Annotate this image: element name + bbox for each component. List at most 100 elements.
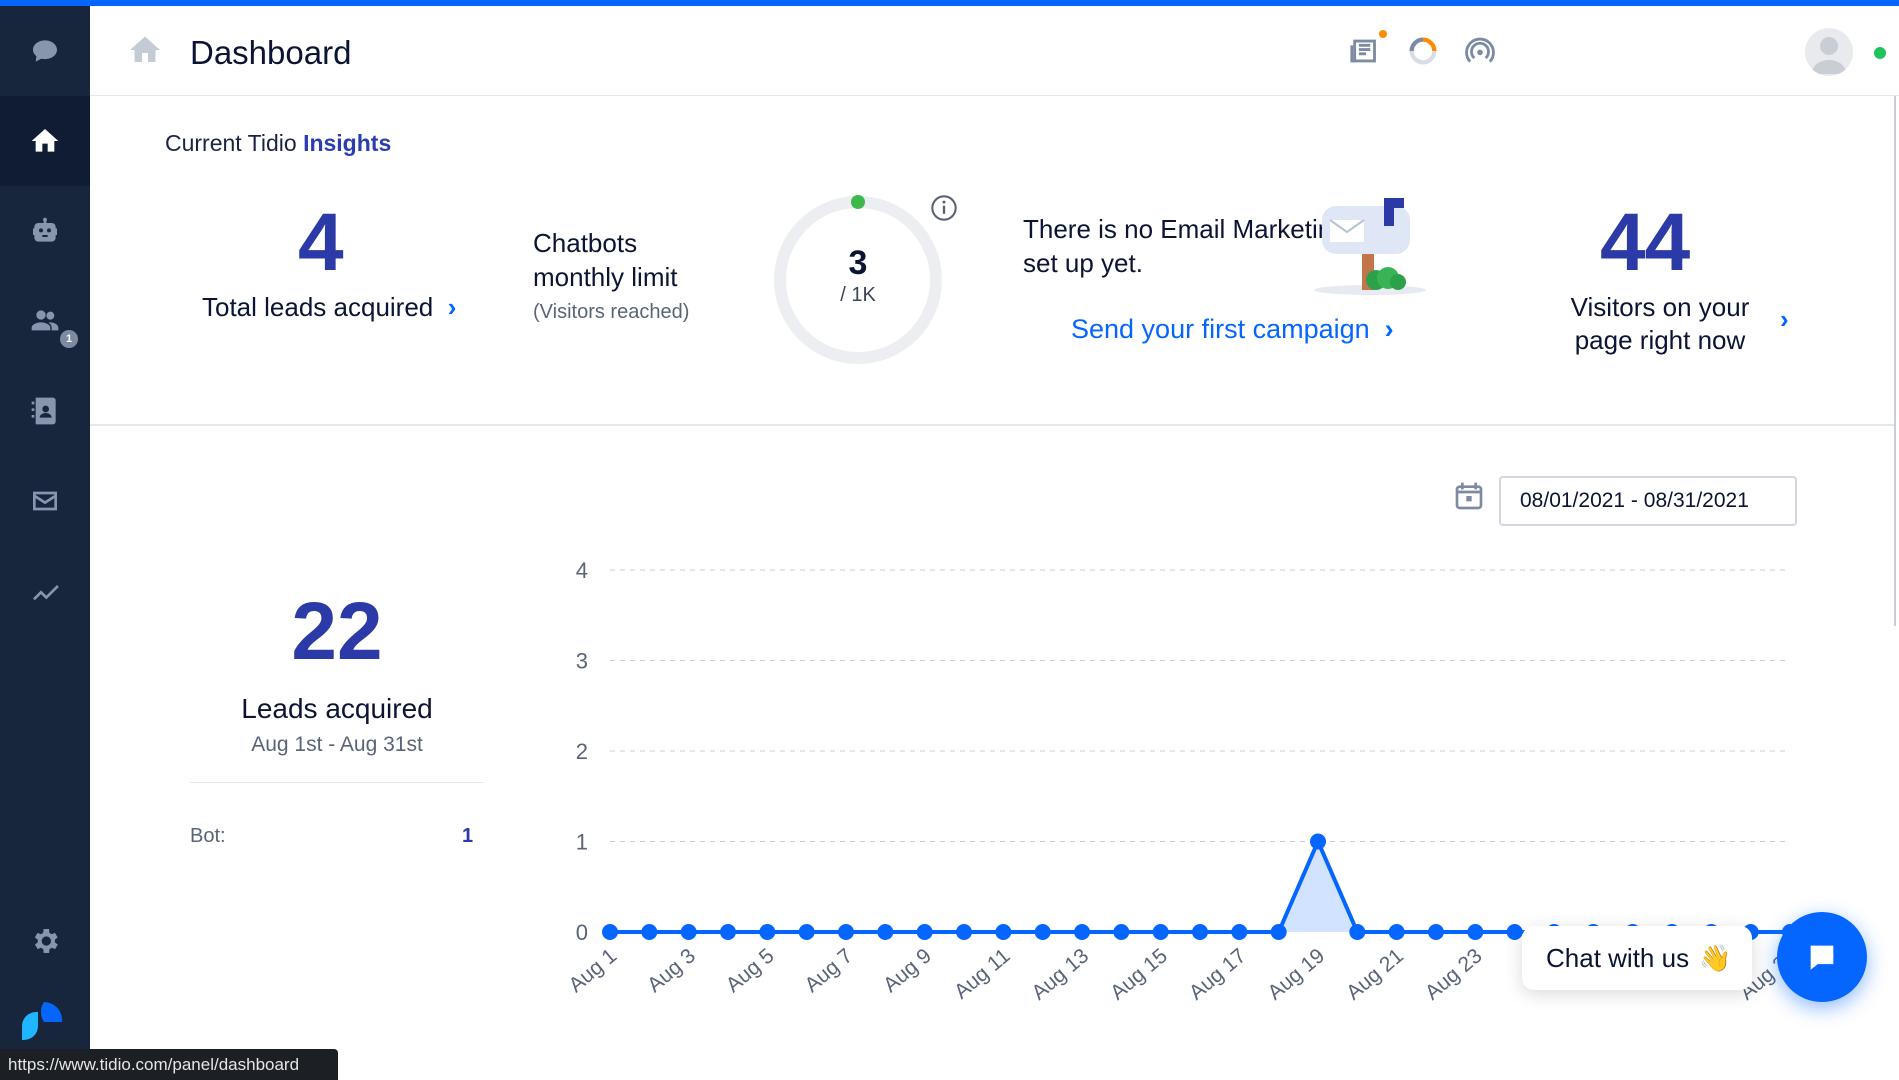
news-icon (1350, 39, 1376, 63)
bot-icon (33, 217, 57, 242)
data-point (1074, 924, 1090, 940)
chat-bubble-icon (1810, 945, 1834, 970)
progress-icon (1409, 37, 1437, 65)
chatbots-limit-value: / 1K (840, 284, 876, 306)
home-icon (130, 36, 160, 62)
sidebar: 1 (0, 6, 90, 1080)
sidebar-item-dashboard[interactable] (0, 96, 90, 186)
chat-with-us-bubble[interactable]: Chat with us 👋 (1522, 926, 1752, 990)
bot-label: Bot: (190, 825, 226, 847)
x-tick-label: Aug 7 (800, 944, 857, 997)
x-tick-label: Aug 9 (879, 944, 936, 997)
send-campaign-label: Send your first campaign (1071, 314, 1370, 344)
chat-with-us-label: Chat with us (1546, 942, 1690, 973)
news-notification-dot (1379, 30, 1387, 38)
chevron-right-icon: › (440, 292, 457, 322)
insights-panel: Current Tidio Insights 4 Total leads acq… (90, 96, 1894, 426)
sidebar-item-chatbots[interactable] (0, 186, 90, 276)
data-point (1349, 924, 1366, 940)
avatar[interactable] (1805, 28, 1853, 76)
visitors-badge: 1 (58, 328, 80, 350)
visitors-now-value: 44 (1600, 197, 1690, 288)
live-visitors-button[interactable] (1461, 32, 1499, 70)
y-tick-label: 3 (576, 649, 588, 674)
data-point (641, 924, 658, 940)
settings-icon (34, 929, 58, 953)
data-point (1113, 924, 1130, 940)
data-point (1310, 833, 1326, 850)
live-visitors-icon (1465, 37, 1495, 63)
chatbots-used-value: 3 (848, 244, 868, 282)
top-header: Dashboard (90, 6, 1899, 96)
visitors-now-label: Visitors on your page right now (1570, 292, 1750, 355)
sidebar-item-visitors[interactable]: 1 (0, 276, 90, 366)
sidebar-item-analytics[interactable] (0, 546, 90, 636)
data-point (1388, 924, 1405, 940)
data-point (798, 924, 815, 940)
data-point (1467, 924, 1484, 940)
insights-title: Current Tidio Insights (165, 130, 391, 157)
sidebar-item-contacts[interactable] (0, 366, 90, 456)
calendar-icon[interactable] (1453, 480, 1485, 512)
progress-button[interactable] (1404, 32, 1442, 70)
chat-bubble-icon (33, 40, 57, 62)
data-point (1034, 924, 1051, 940)
waving-hand-icon: 👋 (1699, 942, 1732, 973)
sidebar-item-settings[interactable] (0, 896, 90, 986)
x-tick-label: Aug 11 (950, 944, 1015, 1003)
total-leads-link[interactable]: Total leads acquired › (202, 292, 456, 323)
x-tick-label: Aug 21 (1342, 944, 1408, 1004)
tidio-logo-icon[interactable] (18, 996, 72, 1044)
data-point (956, 924, 972, 940)
data-point (838, 924, 854, 940)
email-marketing-text: There is no Email Marketing set up yet. (1023, 214, 1347, 278)
leads-acquired-label: Leads acquired (241, 693, 433, 724)
total-leads-label: Total leads acquired (202, 292, 434, 322)
visitors-chevron-right-icon[interactable]: › (1780, 304, 1789, 335)
chatbots-limit-sublabel: (Visitors reached) (533, 301, 690, 323)
email-icon (33, 491, 57, 511)
data-point (1152, 924, 1169, 940)
send-campaign-link[interactable]: Send your first campaign › (1071, 314, 1394, 345)
user-avatar-icon (1811, 37, 1847, 74)
sidebar-item-email[interactable] (0, 456, 90, 546)
x-tick-label: Aug 17 (1185, 944, 1251, 1004)
data-point (1506, 924, 1523, 940)
y-tick-label: 1 (576, 830, 588, 855)
x-tick-label: Aug 19 (1263, 944, 1329, 1004)
data-point (759, 924, 776, 940)
scrollbar[interactable] (1894, 96, 1896, 626)
news-button[interactable] (1347, 30, 1387, 70)
series-area (610, 841, 1790, 932)
leads-acquired-range: Aug 1st - Aug 31st (251, 733, 423, 756)
online-status-indicator (1874, 47, 1886, 59)
x-tick-label: Aug 3 (643, 944, 700, 997)
contacts-icon (31, 397, 56, 425)
x-tick-label: Aug 1 (564, 944, 621, 997)
x-tick-label: Aug 23 (1421, 944, 1487, 1004)
status-bar-url: https://www.tidio.com/panel/dashboard (0, 1049, 338, 1080)
y-tick-label: 4 (576, 558, 588, 583)
insights-title-prefix: Current Tidio (165, 130, 297, 156)
chat-launcher-button[interactable] (1777, 912, 1867, 1002)
data-point (877, 924, 894, 940)
data-point (1231, 924, 1248, 940)
leads-acquired-value: 22 (291, 586, 383, 677)
x-tick-label: Aug 13 (1027, 944, 1093, 1004)
info-icon[interactable] (930, 194, 958, 222)
x-tick-label: Aug 15 (1106, 944, 1172, 1004)
data-point (720, 924, 736, 940)
home-icon (31, 129, 59, 152)
page-title: Dashboard (190, 34, 352, 71)
mailbox-illustration-icon (1314, 198, 1426, 295)
insights-title-highlight: Insights (303, 130, 392, 156)
date-range-input[interactable]: 08/01/2021 - 08/31/2021 (1499, 476, 1797, 526)
data-point (680, 924, 697, 940)
data-point (1270, 924, 1287, 940)
data-point (1192, 924, 1208, 940)
visitors-icon (31, 310, 59, 331)
analytics-icon (33, 585, 59, 601)
sidebar-item-conversations[interactable] (0, 6, 90, 96)
chatbots-limit-label: Chatbots monthly limit (533, 228, 678, 292)
chevron-right-icon: › (1377, 314, 1394, 344)
